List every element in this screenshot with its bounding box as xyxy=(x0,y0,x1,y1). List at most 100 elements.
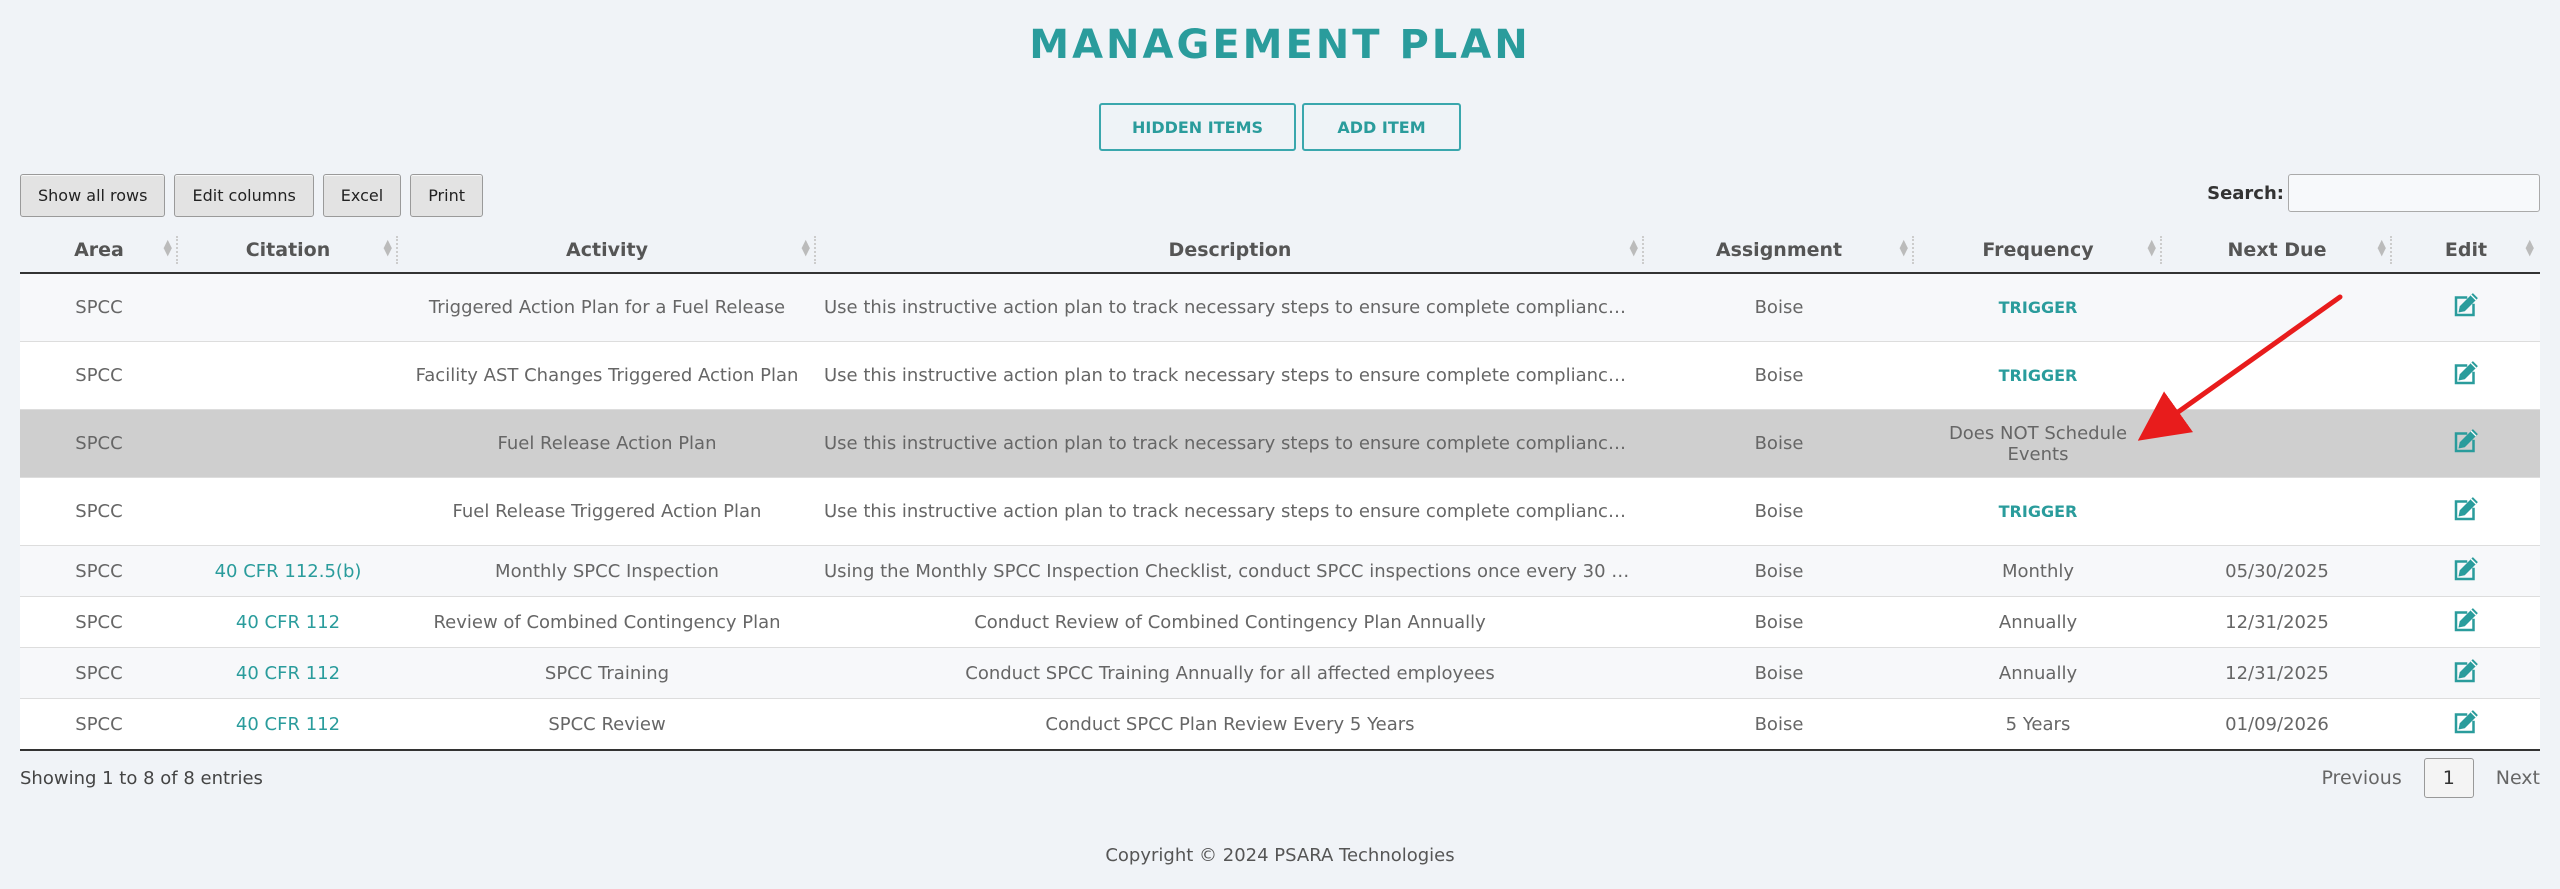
edit-icon[interactable] xyxy=(2451,605,2481,640)
cell-frequency: TRIGGER xyxy=(1914,341,2162,410)
cell-citation xyxy=(178,477,398,546)
table-body: SPCC Triggered Action Plan for a Fuel Rel… xyxy=(20,273,2540,751)
cell-citation: 40 CFR 112 xyxy=(178,647,398,699)
cell-description: Use this instructive action plan to trac… xyxy=(816,477,1644,546)
cell-area: SPCC xyxy=(20,647,178,699)
frequency-text: TRIGGER xyxy=(1998,366,2078,385)
table-row[interactable]: SPCC Triggered Action Plan for a Fuel Rel… xyxy=(20,273,2540,342)
edit-icon[interactable] xyxy=(2451,707,2481,742)
table-row[interactable]: SPCC 40 CFR 112 SPCC Training Conduct SPCC … xyxy=(20,647,2540,699)
area-text: SPCC xyxy=(75,611,123,633)
print-button[interactable]: Print xyxy=(410,174,483,217)
citation-text[interactable]: 40 CFR 112 xyxy=(236,612,340,633)
column-header-area[interactable]: Area ▲ ▼ xyxy=(20,228,178,274)
cell-next-due xyxy=(2162,341,2392,410)
frequency-text: Annually xyxy=(1998,611,2078,633)
table-row[interactable]: SPCC 40 CFR 112.5(b) Monthly SPCC Inspecti… xyxy=(20,545,2540,597)
description-text: Conduct SPCC Plan Review Every 5 Years xyxy=(1045,713,1415,735)
edit-icon[interactable] xyxy=(2451,656,2481,691)
cell-area: SPCC xyxy=(20,273,178,342)
cell-next-due: 12/31/2025 xyxy=(2162,647,2392,699)
page-number-button[interactable]: 1 xyxy=(2423,758,2474,798)
cell-edit xyxy=(2392,273,2540,342)
edit-icon[interactable] xyxy=(2451,426,2481,461)
cell-frequency: TRIGGER xyxy=(1914,477,2162,546)
pagination: Previous 1 Next xyxy=(2321,758,2540,798)
cell-description: Using the Monthly SPCC Inspection Checkl… xyxy=(816,545,1644,597)
column-header-citation[interactable]: Citation ▲ ▼ xyxy=(178,228,398,274)
excel-button[interactable]: Excel xyxy=(322,174,402,217)
column-header-activity[interactable]: Activity ▲ ▼ xyxy=(398,228,816,274)
cell-activity: Triggered Action Plan for a Fuel Release xyxy=(398,273,816,342)
copyright-footer: Copyright © 2024 PSARA Technologies xyxy=(1105,845,1455,866)
column-header-description[interactable]: Description ▲ ▼ xyxy=(816,228,1644,274)
search-box: Search: xyxy=(2207,174,2540,212)
activity-text: Triggered Action Plan for a Fuel Release xyxy=(428,297,786,318)
management-plan-table: Area ▲ ▼ Citation ▲ ▼ Activity ▲ ▼ Description ▲ ▼ A… xyxy=(20,228,2540,751)
column-header-edit[interactable]: Edit ▲ ▼ xyxy=(2392,228,2540,274)
area-text: SPCC xyxy=(75,297,123,318)
frequency-text: Monthly xyxy=(2001,560,2075,582)
citation-text[interactable]: 40 CFR 112 xyxy=(236,663,340,684)
add-item-button[interactable]: ADD ITEM xyxy=(1302,103,1461,151)
table-row[interactable]: SPCC Fuel Release Triggered Action Plan Us… xyxy=(20,477,2540,546)
table-row[interactable]: SPCC 40 CFR 112 SPCC Review Conduct SPCC Pl… xyxy=(20,698,2540,751)
cell-next-due: 12/31/2025 xyxy=(2162,596,2392,648)
next-page-button[interactable]: Next xyxy=(2496,767,2540,789)
area-text: SPCC xyxy=(75,560,123,582)
cell-frequency: 5 Years xyxy=(1914,698,2162,751)
cell-area: SPCC xyxy=(20,477,178,546)
cell-citation xyxy=(178,273,398,342)
cell-activity: Facility AST Changes Triggered Action Pl… xyxy=(398,341,816,410)
edit-icon[interactable] xyxy=(2451,290,2481,325)
column-header-label: Edit xyxy=(2444,239,2488,261)
top-actions: HIDDEN ITEMS ADD ITEM xyxy=(0,103,2560,151)
cell-frequency: TRIGGER xyxy=(1914,273,2162,342)
cell-activity: Monthly SPCC Inspection xyxy=(398,545,816,597)
table-row[interactable]: SPCC Fuel Release Action Plan Use this ins… xyxy=(20,409,2540,478)
column-header-label: Frequency xyxy=(1982,239,2094,261)
column-header-label: Description xyxy=(1168,239,1292,261)
hidden-items-button[interactable]: HIDDEN ITEMS xyxy=(1099,103,1296,151)
description-text: Conduct Review of Combined Contingency P… xyxy=(974,611,1486,633)
sort-icon: ▲ ▼ xyxy=(2147,237,2156,258)
area-text: SPCC xyxy=(75,713,123,735)
table-row[interactable]: SPCC 40 CFR 112 Review of Combined Conting… xyxy=(20,596,2540,648)
column-header-label: Area xyxy=(74,239,124,261)
cell-next-due: 01/09/2026 xyxy=(2162,698,2392,751)
edit-icon[interactable] xyxy=(2451,554,2481,589)
table-row[interactable]: SPCC Facility AST Changes Triggered Actio… xyxy=(20,341,2540,410)
edit-icon[interactable] xyxy=(2451,358,2481,393)
edit-icon[interactable] xyxy=(2451,494,2481,529)
area-text: SPCC xyxy=(75,365,123,386)
search-input[interactable] xyxy=(2288,174,2540,212)
cell-area: SPCC xyxy=(20,409,178,478)
citation-text[interactable]: 40 CFR 112.5(b) xyxy=(215,561,362,582)
cell-description: Use this instructive action plan to trac… xyxy=(816,341,1644,410)
show-all-rows-button[interactable]: Show all rows xyxy=(20,174,166,217)
column-header-label: Assignment xyxy=(1715,239,1843,261)
description-text: Use this instructive action plan to trac… xyxy=(824,297,1644,318)
cell-area: SPCC xyxy=(20,698,178,751)
frequency-text: Annually xyxy=(1998,662,2078,684)
cell-activity: Fuel Release Action Plan xyxy=(398,409,816,478)
cell-frequency: Does NOT Schedule Events xyxy=(1914,409,2162,478)
edit-columns-button[interactable]: Edit columns xyxy=(174,174,314,217)
column-header-frequency[interactable]: Frequency ▲ ▼ xyxy=(1914,228,2162,274)
citation-text[interactable]: 40 CFR 112 xyxy=(236,714,340,735)
cell-citation: 40 CFR 112 xyxy=(178,596,398,648)
column-header-assignment[interactable]: Assignment ▲ ▼ xyxy=(1644,228,1914,274)
cell-next-due: 05/30/2025 xyxy=(2162,545,2392,597)
description-text: Conduct SPCC Training Annually for all a… xyxy=(965,662,1495,684)
assignment-text: Boise xyxy=(1754,501,1804,522)
cell-next-due xyxy=(2162,273,2392,342)
cell-assignment: Boise xyxy=(1644,341,1914,410)
page-title: MANAGEMENT PLAN xyxy=(1029,22,1531,68)
cell-assignment: Boise xyxy=(1644,596,1914,648)
assignment-text: Boise xyxy=(1754,662,1804,684)
area-text: SPCC xyxy=(75,433,123,454)
cell-description: Conduct SPCC Plan Review Every 5 Years xyxy=(816,698,1644,751)
cell-activity: Fuel Release Triggered Action Plan xyxy=(398,477,816,546)
previous-page-button[interactable]: Previous xyxy=(2321,767,2401,789)
column-header-next-due[interactable]: Next Due ▲ ▼ xyxy=(2162,228,2392,274)
